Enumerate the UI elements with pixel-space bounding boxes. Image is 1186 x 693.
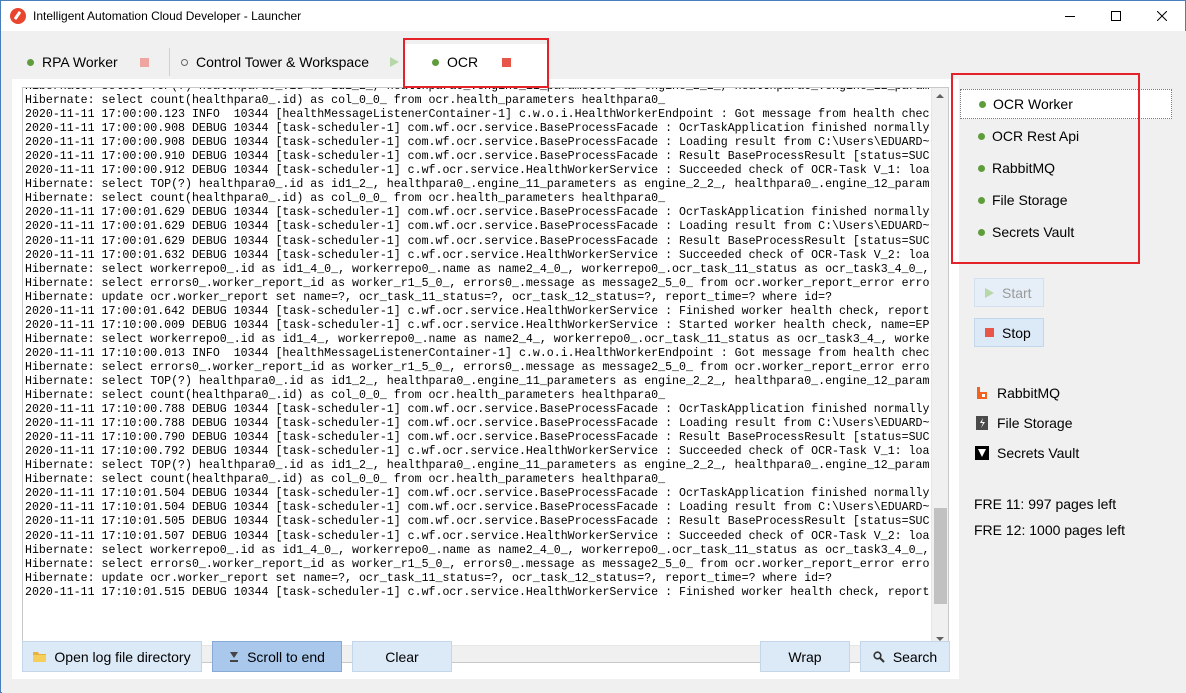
log-line: 2020-11-11 17:10:01.504 DEBUG 10344 [tas… (25, 487, 930, 501)
log-line: 2020-11-11 17:00:00.908 DEBUG 10344 [tas… (25, 136, 930, 150)
stop-icon (985, 328, 994, 337)
log-line: 2020-11-11 17:10:01.515 DEBUG 10344 [tas… (25, 585, 930, 599)
wrap-button[interactable]: Wrap (760, 641, 850, 672)
log-line: Hibernate: select workerrepo0_.id as id1… (25, 332, 930, 346)
log-line: Hibernate: select TOP(?) healthpara0_.id… (25, 374, 930, 388)
log-line: 2020-11-11 17:00:01.629 DEBUG 10344 [tas… (25, 234, 930, 248)
log-line: Hibernate: select TOP(?) healthpara0_.id… (25, 88, 930, 94)
tab-label: Control Tower & Workspace (196, 54, 369, 70)
log-line: 2020-11-11 17:00:01.642 DEBUG 10344 [tas… (25, 304, 930, 318)
clear-button[interactable]: Clear (352, 641, 452, 672)
log-line: Hibernate: select count(healthpara0_.id)… (25, 192, 666, 206)
log-line: 2020-11-11 17:10:00.009 DEBUG 10344 [tas… (25, 318, 930, 332)
tab-rpa-worker[interactable]: RPA Worker (12, 44, 170, 80)
quota-fre-11: FRE 11: 997 pages left (974, 496, 1117, 512)
rabbitmq-link-label: RabbitMQ (997, 385, 1061, 401)
scroll-to-end-icon (229, 651, 239, 662)
secrets-vault-link[interactable]: Secrets Vault (975, 443, 1079, 463)
log-line: 2020-11-11 17:10:00.013 INFO 10344 [heal… (25, 346, 930, 360)
search-label: Search (892, 648, 938, 665)
log-line: Hibernate: update ocr.worker_report set … (25, 571, 833, 585)
open-log-directory-button[interactable]: Open log file directory (22, 641, 202, 672)
play-icon (985, 287, 994, 298)
log-line: 2020-11-11 17:00:00.908 DEBUG 10344 [tas… (25, 122, 930, 136)
log-panel: Hibernate: select TOP(?) healthpara0_.id… (12, 79, 959, 679)
close-button[interactable] (1139, 1, 1185, 31)
open-log-directory-label: Open log file directory (54, 648, 191, 665)
rabbitmq-icon (975, 386, 989, 400)
log-line: Hibernate: select errors0_.worker_report… (25, 276, 930, 290)
annotation-box-services (951, 73, 1140, 264)
maximize-icon (1111, 11, 1121, 21)
log-line: 2020-11-11 17:00:00.123 INFO 10344 [heal… (25, 108, 930, 122)
log-line: 2020-11-11 17:10:01.507 DEBUG 10344 [tas… (25, 529, 930, 543)
wrap-label: Wrap (788, 648, 822, 665)
minimize-button[interactable] (1047, 1, 1093, 31)
log-line: 2020-11-11 17:10:00.788 DEBUG 10344 [tas… (25, 417, 930, 431)
start-label: Start (1002, 284, 1032, 301)
log-line: 2020-11-11 17:10:00.792 DEBUG 10344 [tas… (25, 445, 930, 459)
window-title: Intelligent Automation Cloud Developer -… (33, 9, 302, 23)
title-bar: Intelligent Automation Cloud Developer -… (1, 1, 1185, 31)
log-line: 2020-11-11 17:00:01.629 DEBUG 10344 [tas… (25, 206, 930, 220)
quota-fre-12: FRE 12: 1000 pages left (974, 522, 1125, 538)
log-line: Hibernate: select errors0_.worker_report… (25, 557, 930, 571)
log-line: Hibernate: select count(healthpara0_.id)… (25, 473, 666, 487)
tab-label: RPA Worker (42, 54, 118, 70)
log-line: 2020-11-11 17:10:00.788 DEBUG 10344 [tas… (25, 403, 930, 417)
start-button[interactable]: Start (974, 278, 1044, 307)
file-storage-link[interactable]: File Storage (975, 413, 1072, 433)
log-line: Hibernate: select TOP(?) healthpara0_.id… (25, 178, 930, 192)
close-icon (1157, 11, 1167, 21)
log-output[interactable]: Hibernate: select TOP(?) healthpara0_.id… (22, 87, 949, 663)
minimize-icon (1065, 16, 1075, 17)
log-line: Hibernate: select errors0_.worker_report… (25, 360, 930, 374)
window-content: RPA Worker Control Tower & Workspace OCR… (2, 31, 1186, 693)
clear-label: Clear (385, 648, 419, 665)
log-line: Hibernate: select count(healthpara0_.id)… (25, 389, 666, 403)
log-line: 2020-11-11 17:00:01.632 DEBUG 10344 [tas… (25, 248, 930, 262)
log-line: Hibernate: select workerrepo0_.id as id1… (25, 543, 930, 557)
stop-label: Stop (1002, 324, 1031, 341)
secrets-vault-link-label: Secrets Vault (997, 445, 1080, 461)
app-logo-icon (10, 8, 26, 24)
stop-button[interactable]: Stop (974, 318, 1044, 347)
log-line: Hibernate: update ocr.worker_report set … (25, 290, 833, 304)
scroll-to-end-button[interactable]: Scroll to end (212, 641, 342, 672)
file-storage-icon (975, 416, 989, 430)
log-line: 2020-11-11 17:00:01.629 DEBUG 10344 [tas… (25, 220, 930, 234)
vertical-scroll-thumb[interactable] (934, 508, 947, 604)
tab-control-tower[interactable]: Control Tower & Workspace (170, 44, 404, 80)
search-icon (873, 650, 885, 663)
log-line: Hibernate: select workerrepo0_.id as id1… (25, 262, 930, 276)
annotation-box-ocr-tab (403, 38, 549, 88)
rabbitmq-link[interactable]: RabbitMQ (975, 383, 1060, 403)
search-button[interactable]: Search (860, 641, 950, 672)
stop-icon[interactable] (139, 57, 149, 67)
log-line: 2020-11-11 17:10:01.504 DEBUG 10344 [tas… (25, 501, 930, 515)
maximize-button[interactable] (1093, 1, 1139, 31)
file-storage-link-label: File Storage (997, 415, 1073, 431)
log-line: Hibernate: select count(healthpara0_.id)… (25, 94, 666, 108)
stopped-status-icon (181, 58, 188, 66)
log-line: 2020-11-11 17:10:01.505 DEBUG 10344 [tas… (25, 515, 930, 529)
log-line: Hibernate: select TOP(?) healthpara0_.id… (25, 459, 930, 473)
scroll-up-icon[interactable] (936, 94, 944, 98)
vault-icon (975, 446, 989, 460)
scroll-to-end-label: Scroll to end (247, 648, 325, 665)
play-icon[interactable] (390, 57, 399, 67)
log-text: Hibernate: select TOP(?) healthpara0_.id… (25, 88, 930, 600)
vertical-scrollbar[interactable] (931, 88, 948, 647)
folder-icon (33, 651, 47, 662)
log-line: 2020-11-11 17:00:00.912 DEBUG 10344 [tas… (25, 164, 930, 178)
launcher-window: Intelligent Automation Cloud Developer -… (0, 0, 1186, 693)
log-line: 2020-11-11 17:10:00.790 DEBUG 10344 [tas… (25, 431, 930, 445)
log-line: 2020-11-11 17:00:00.910 DEBUG 10344 [tas… (25, 150, 930, 164)
running-status-icon (27, 58, 34, 66)
